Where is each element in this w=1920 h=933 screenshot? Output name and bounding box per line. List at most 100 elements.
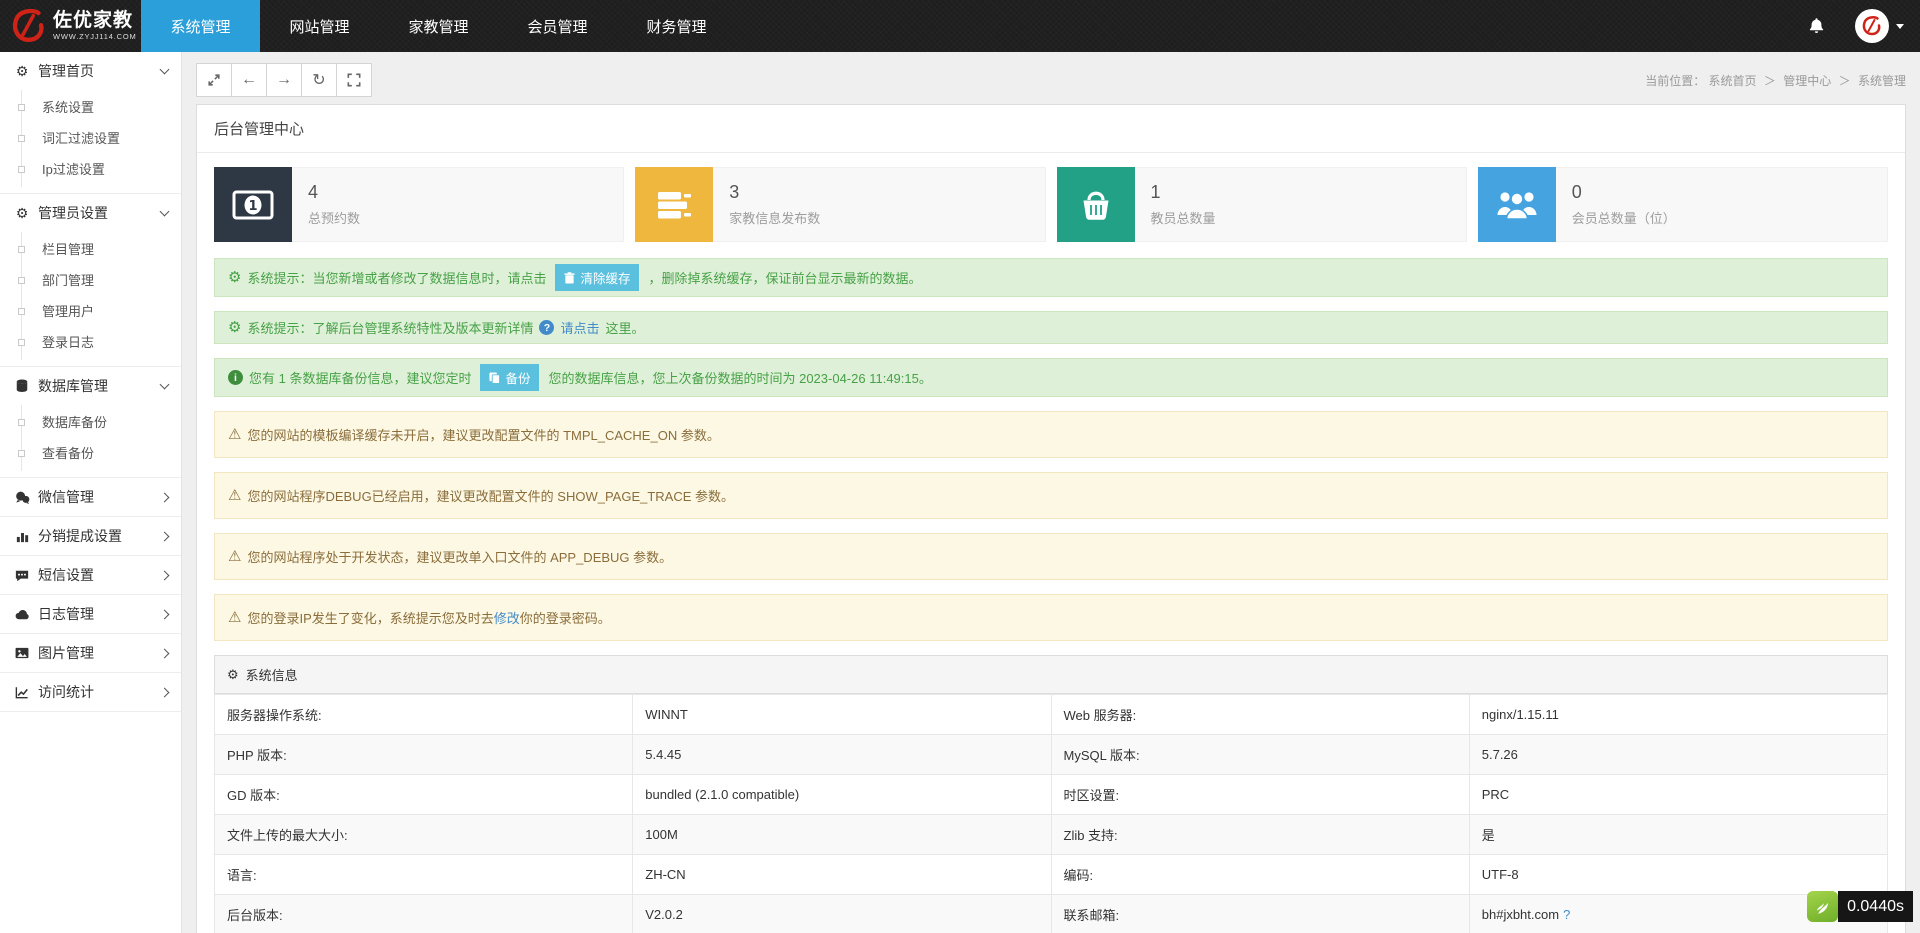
sidebar-item-admin-users[interactable]: 管理用户 (0, 296, 181, 327)
page-title: 后台管理中心 (197, 105, 1905, 153)
sysinfo-label: 后台版本: (215, 895, 633, 933)
sysinfo-label: GD 版本: (215, 775, 633, 815)
stat-card-bookings[interactable]: 1 4 总预约数 (214, 167, 624, 242)
back-button[interactable]: ← (231, 63, 267, 97)
breadcrumb-home[interactable]: 系统首页 (1709, 74, 1757, 88)
sysinfo-value: PRC (1469, 775, 1887, 815)
thinkphp-flame-icon[interactable] (1807, 891, 1838, 922)
alert-backup: i 您有 1 条数据库备份信息，建议您定时 备份 您的数据库信息，您 (214, 358, 1888, 397)
sidebar-group-commission: 分销提成设置 (0, 517, 181, 556)
list-icon (635, 167, 713, 242)
navbar-right (1787, 0, 1920, 52)
sysinfo-value: 100M (633, 815, 1051, 855)
sidebar-item-db-backup[interactable]: 数据库备份 (0, 407, 181, 438)
sidebar-group-image: 图片管理 (0, 634, 181, 673)
sidebar-item-column-manage[interactable]: 栏目管理 (0, 234, 181, 265)
expand-tab-button[interactable] (196, 63, 232, 97)
sidebar-item-home[interactable]: ⚙ 管理首页 (0, 52, 181, 90)
refresh-button[interactable]: ↻ (301, 63, 337, 97)
clear-cache-button[interactable]: 清除缓存 (555, 264, 639, 291)
sidebar-item-image-manage[interactable]: 图片管理 (0, 634, 181, 672)
sidebar-item-department-manage[interactable]: 部门管理 (0, 265, 181, 296)
arrow-right-icon: → (276, 71, 292, 89)
trace-badge: 0.0440s (1807, 891, 1913, 922)
nav-item-website[interactable]: 网站管理 (260, 0, 379, 52)
alert-login-ip: ⚠ 您的登录IP发生了变化，系统提示您及时去修改你的登录密码。 (214, 594, 1888, 641)
stat-label: 总预约数 (308, 208, 607, 227)
sidebar-item-commission-settings[interactable]: 分销提成设置 (0, 517, 181, 555)
alert-tmpl-cache: ⚠ 您的网站的模板编译缓存未开启，建议更改配置文件的 TMPL_CACHE_ON… (214, 411, 1888, 458)
cogs-icon: ⚙ (13, 63, 31, 80)
sidebar-group-database: 数据库管理 数据库备份 查看备份 (0, 367, 181, 478)
gear-icon: ⚙ (227, 668, 239, 681)
sysinfo-label: 联系邮箱: (1051, 895, 1469, 933)
sidebar-group-admin: ⚙ 管理员设置 栏目管理 部门管理 管理用户 登录日志 (0, 194, 181, 367)
chevron-right-icon (160, 492, 170, 502)
sysinfo-value: ZH-CN (633, 855, 1051, 895)
sidebar-item-word-filter[interactable]: 词汇过滤设置 (0, 123, 181, 154)
table-row: 文件上传的最大大小: 100M Zlib 支持: 是 (215, 815, 1888, 855)
sidebar-item-database-manage[interactable]: 数据库管理 (0, 367, 181, 405)
info-circle-icon: i (228, 370, 243, 385)
sysinfo-label: Zlib 支持: (1051, 815, 1469, 855)
sidebar-item-visit-stats[interactable]: 访问统计 (0, 673, 181, 711)
stat-card-members[interactable]: 0 会员总数量（位） (1478, 167, 1888, 242)
backup-button[interactable]: 备份 (480, 364, 539, 391)
nav-item-tutor[interactable]: 家教管理 (379, 0, 498, 52)
nav-item-finance[interactable]: 财务管理 (617, 0, 736, 52)
email-help-link[interactable]: ? (1563, 907, 1570, 922)
sysinfo-label: MySQL 版本: (1051, 735, 1469, 775)
brand-name: 佐优家教 (53, 10, 137, 31)
question-circle-icon[interactable]: ? (539, 320, 554, 335)
stat-card-teachers[interactable]: 1 教员总数量 (1057, 167, 1467, 242)
sysinfo-value: nginx/1.15.11 (1469, 695, 1887, 735)
table-row: GD 版本: bundled (2.1.0 compatible) 时区设置: … (215, 775, 1888, 815)
system-info-header: ⚙ 系统信息 (214, 655, 1888, 694)
nav-item-system[interactable]: 系统管理 (141, 0, 260, 52)
sysinfo-label: 语言: (215, 855, 633, 895)
sidebar-item-ip-filter[interactable]: Ip过滤设置 (0, 154, 181, 185)
sidebar-item-admin-settings[interactable]: ⚙ 管理员设置 (0, 194, 181, 232)
cloud-icon (13, 609, 31, 620)
sidebar-group-wechat: 微信管理 (0, 478, 181, 517)
warning-icon: ⚠ (228, 427, 241, 442)
sidebar-item-sms-settings[interactable]: 短信设置 (0, 556, 181, 594)
breadcrumb-center[interactable]: 管理中心 (1783, 74, 1831, 88)
main-content: ← → ↻ (182, 52, 1920, 933)
notifications-button[interactable] (1787, 0, 1845, 52)
stat-value: 4 (308, 182, 607, 203)
change-password-link[interactable]: 修改 (494, 611, 520, 626)
users-icon (1478, 167, 1556, 242)
sysinfo-label: 服务器操作系统: (215, 695, 633, 735)
fullscreen-button[interactable] (336, 63, 372, 97)
sidebar-item-log-manage[interactable]: 日志管理 (0, 595, 181, 633)
user-menu-button[interactable] (1845, 0, 1920, 52)
brand-logo[interactable]: 佐优家教 WWW.ZYJJ114.COM (0, 0, 141, 52)
database-icon (13, 379, 31, 393)
expand-icon (207, 73, 221, 87)
sidebar-item-view-backup[interactable]: 查看备份 (0, 438, 181, 469)
admin-app: 佐优家教 WWW.ZYJJ114.COM 系统管理 网站管理 家教管理 会员管理… (0, 0, 1920, 933)
copy-icon (489, 372, 500, 384)
line-chart-icon (13, 686, 31, 699)
basket-icon (1057, 167, 1135, 242)
trash-icon (564, 272, 575, 284)
sysinfo-label: 编码: (1051, 855, 1469, 895)
sysinfo-value: WINNT (633, 695, 1051, 735)
sysinfo-label: Web 服务器: (1051, 695, 1469, 735)
sidebar-item-login-log[interactable]: 登录日志 (0, 327, 181, 358)
sidebar-item-system-settings[interactable]: 系统设置 (0, 92, 181, 123)
click-here-link[interactable]: 请点击 (560, 318, 599, 337)
sidebar-group-home: ⚙ 管理首页 系统设置 词汇过滤设置 Ip过滤设置 (0, 52, 181, 194)
sysinfo-value: V2.0.2 (633, 895, 1051, 933)
warning-icon: ⚠ (228, 488, 241, 503)
forward-button[interactable]: → (266, 63, 302, 97)
stat-card-tutor-posts[interactable]: 3 家教信息发布数 (635, 167, 1045, 242)
sidebar-item-wechat-manage[interactable]: 微信管理 (0, 478, 181, 516)
table-row: 服务器操作系统: WINNT Web 服务器: nginx/1.15.11 (215, 695, 1888, 735)
gear-icon: ⚙ (228, 270, 241, 285)
nav-item-member[interactable]: 会员管理 (498, 0, 617, 52)
trace-time: 0.0440s (1838, 891, 1913, 922)
tab-toolbar: ← → ↻ (196, 63, 372, 97)
sysinfo-value: UTF-8 (1469, 855, 1887, 895)
